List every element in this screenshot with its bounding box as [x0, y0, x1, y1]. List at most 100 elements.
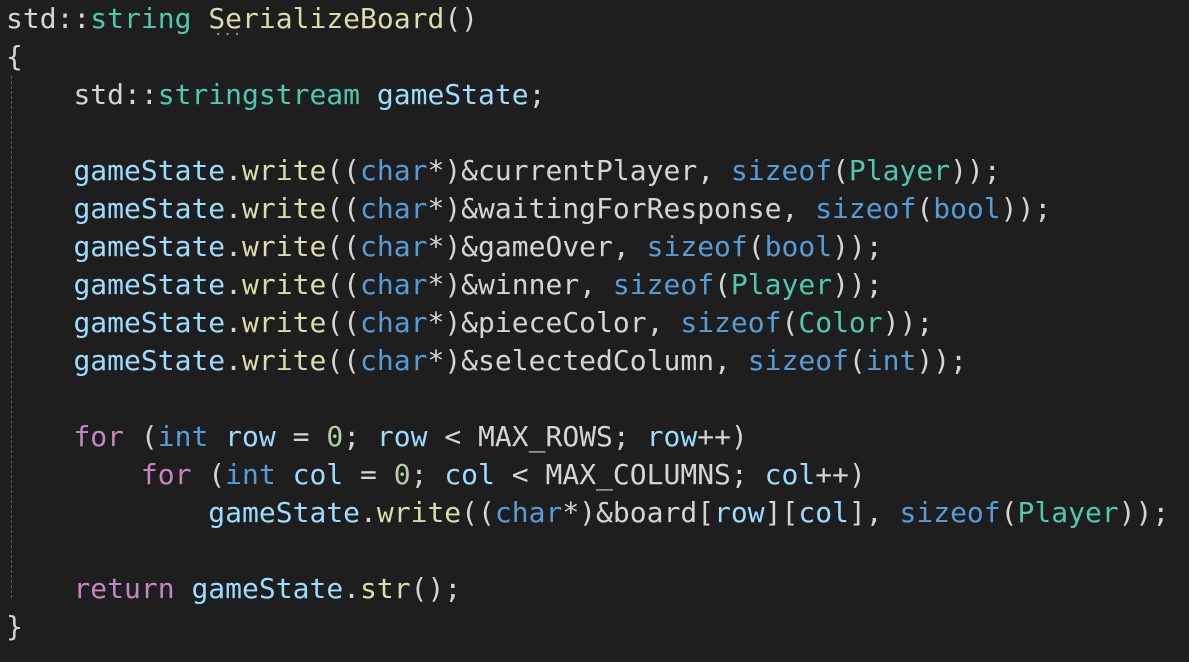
code-token: ( [848, 344, 866, 377]
code-token: )); [1000, 192, 1052, 225]
code-token: gameState [73, 192, 226, 225]
code-line[interactable]: return gameState.str(); [6, 570, 1169, 608]
code-line[interactable] [6, 380, 1169, 418]
code-token: row [646, 420, 698, 453]
code-token: ; [410, 458, 445, 491]
code-token: ( [781, 306, 799, 339]
code-token: col [764, 458, 816, 491]
code-token: ][ [764, 496, 799, 529]
code-token: )); [832, 268, 883, 301]
code-token: (( [326, 268, 361, 301]
code-token: Player [848, 154, 951, 187]
code-token: :: [56, 2, 91, 35]
code-line[interactable] [6, 532, 1169, 570]
code-line[interactable]: gameState.write((char*)&currentPlayer, s… [6, 152, 1169, 190]
code-token: . [343, 572, 361, 605]
code-token: ( [916, 192, 934, 225]
code-token: 0 [393, 458, 411, 491]
code-token: sizeof [899, 496, 1001, 529]
code-token: } [6, 610, 23, 643]
code-token: *)&board[ [562, 496, 715, 529]
code-token: ( [832, 154, 849, 187]
code-token: )); [832, 230, 883, 263]
code-line[interactable]: gameState.write((char*)&waitingForRespon… [6, 190, 1169, 228]
code-editor[interactable]: ··· std::string SerializeBoard(){ std::s… [0, 0, 1189, 662]
code-token: . [225, 192, 243, 225]
code-token: string [90, 2, 192, 35]
code-token: ( [191, 458, 226, 491]
code-token: char [360, 268, 428, 301]
code-token: char [360, 230, 428, 263]
code-token: gameState [73, 268, 226, 301]
code-token: )); [882, 306, 934, 339]
code-token: write [242, 344, 327, 377]
code-token: bool [933, 192, 1001, 225]
code-token: write [376, 496, 462, 529]
code-line[interactable]: gameState.write((char*)&pieceColor, size… [6, 304, 1169, 342]
code-token: < MAX_COLUMNS; [494, 458, 765, 491]
code-token: ( [1000, 496, 1018, 529]
code-line[interactable]: for (int row = 0; row < MAX_ROWS; row++) [6, 418, 1169, 456]
code-token: gameState [73, 230, 226, 263]
code-token: row [225, 420, 276, 453]
code-token: int [157, 420, 209, 453]
code-token: *)&gameOver, [427, 230, 647, 263]
code-line[interactable] [6, 114, 1169, 152]
code-line[interactable]: gameState.write((char*)&selectedColumn, … [6, 342, 1169, 380]
code-token: gameState [73, 306, 226, 339]
code-token: (( [326, 154, 361, 187]
code-token: for [73, 420, 125, 453]
code-token: Color [798, 306, 883, 339]
code-token: . [225, 306, 243, 339]
code-token: ; [343, 420, 377, 453]
code-token: row [376, 420, 428, 453]
code-token: (( [461, 496, 495, 529]
code-token: *)&waitingForResponse, [427, 192, 816, 225]
code-token: gameState [73, 154, 226, 187]
code-line[interactable]: gameState.write((char*)&gameOver, sizeof… [6, 228, 1169, 266]
code-token: gameState [191, 572, 344, 605]
code-token: return [73, 572, 175, 605]
code-token: 0 [326, 420, 344, 453]
code-content[interactable]: std::string SerializeBoard(){ std::strin… [6, 0, 1169, 646]
code-token: char [360, 154, 428, 187]
code-line[interactable]: { [6, 38, 1169, 76]
code-token: char [494, 496, 563, 529]
code-token: write [242, 306, 327, 339]
code-token: int [225, 458, 276, 491]
code-token: () [444, 2, 479, 35]
code-token: char [360, 306, 428, 339]
code-line[interactable]: } [6, 608, 1169, 646]
code-token: sizeof [730, 154, 833, 187]
code-token: . [225, 154, 243, 187]
code-token: write [242, 192, 327, 225]
code-token: str [360, 572, 411, 605]
code-token: char [360, 344, 428, 377]
code-token: . [360, 496, 377, 529]
code-token: row [714, 496, 765, 529]
code-line[interactable]: gameState.write((char*)&winner, sizeof(P… [6, 266, 1169, 304]
code-token: )); [1118, 496, 1170, 529]
code-line[interactable]: gameState.write((char*)&board[row][col],… [6, 494, 1169, 532]
code-line[interactable]: std::stringstream gameState; [6, 76, 1169, 114]
code-token: . [225, 268, 243, 301]
code-line[interactable]: std::string SerializeBoard() [6, 0, 1169, 38]
code-line[interactable]: for (int col = 0; col < MAX_COLUMNS; col… [6, 456, 1169, 494]
code-token: *)&currentPlayer, [427, 154, 731, 187]
code-token: . [225, 230, 243, 263]
code-token: *)&pieceColor, [427, 306, 681, 339]
code-token: = [275, 420, 327, 453]
code-token: sizeof [680, 306, 782, 339]
code-token: { [6, 40, 23, 73]
code-token: col [798, 496, 849, 529]
code-token: int [865, 344, 917, 377]
